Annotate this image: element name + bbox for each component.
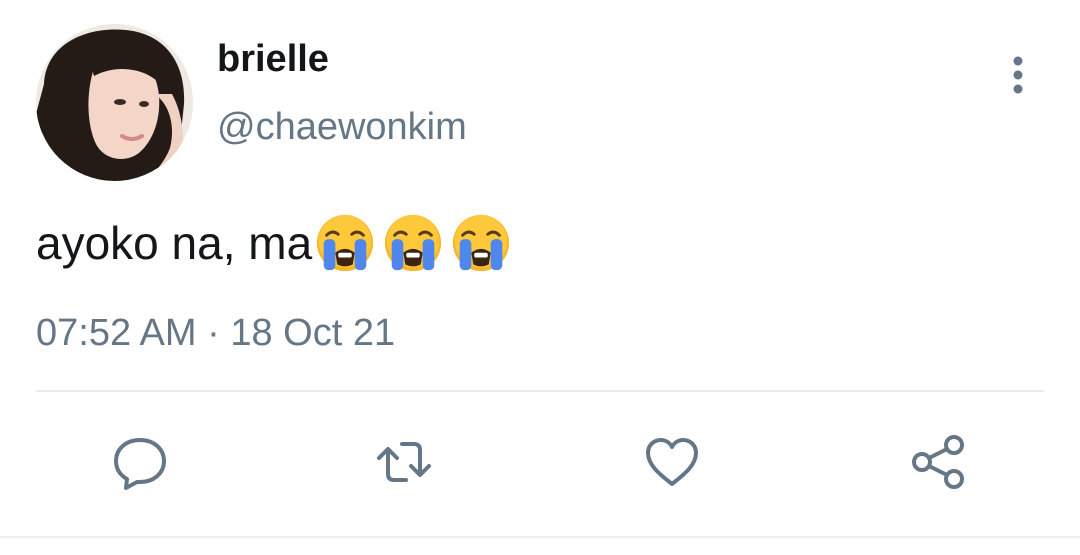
tweet-text: ayoko na, ma (36, 212, 512, 274)
more-options-button[interactable] (1000, 52, 1036, 98)
tweet-timestamp[interactable]: 07:52 AM · 18 Oct 21 (36, 312, 395, 355)
share-button[interactable] (908, 432, 968, 492)
share-icon (912, 435, 964, 489)
avatar[interactable] (36, 24, 193, 181)
loudly-crying-face-icon (317, 214, 374, 272)
reply-button[interactable] (110, 432, 170, 492)
retweet-icon (377, 442, 431, 482)
user-handle[interactable]: @chaewonkim (217, 106, 467, 149)
emoji-group (314, 212, 512, 274)
loudly-crying-face-icon (453, 214, 510, 272)
heart-icon (646, 438, 698, 486)
more-vertical-icon (1013, 56, 1023, 94)
like-button[interactable] (642, 432, 702, 492)
avatar-photo (36, 24, 193, 181)
reply-icon (114, 438, 166, 490)
retweet-button[interactable] (374, 432, 434, 492)
divider (36, 390, 1044, 392)
display-name[interactable]: brielle (217, 38, 329, 81)
loudly-crying-face-icon (385, 214, 442, 272)
tweet-card: brielle @chaewonkim ayoko na, ma 07:52 A… (0, 0, 1080, 555)
bottom-divider (0, 536, 1080, 538)
tweet-body-text: ayoko na, ma (36, 217, 313, 269)
